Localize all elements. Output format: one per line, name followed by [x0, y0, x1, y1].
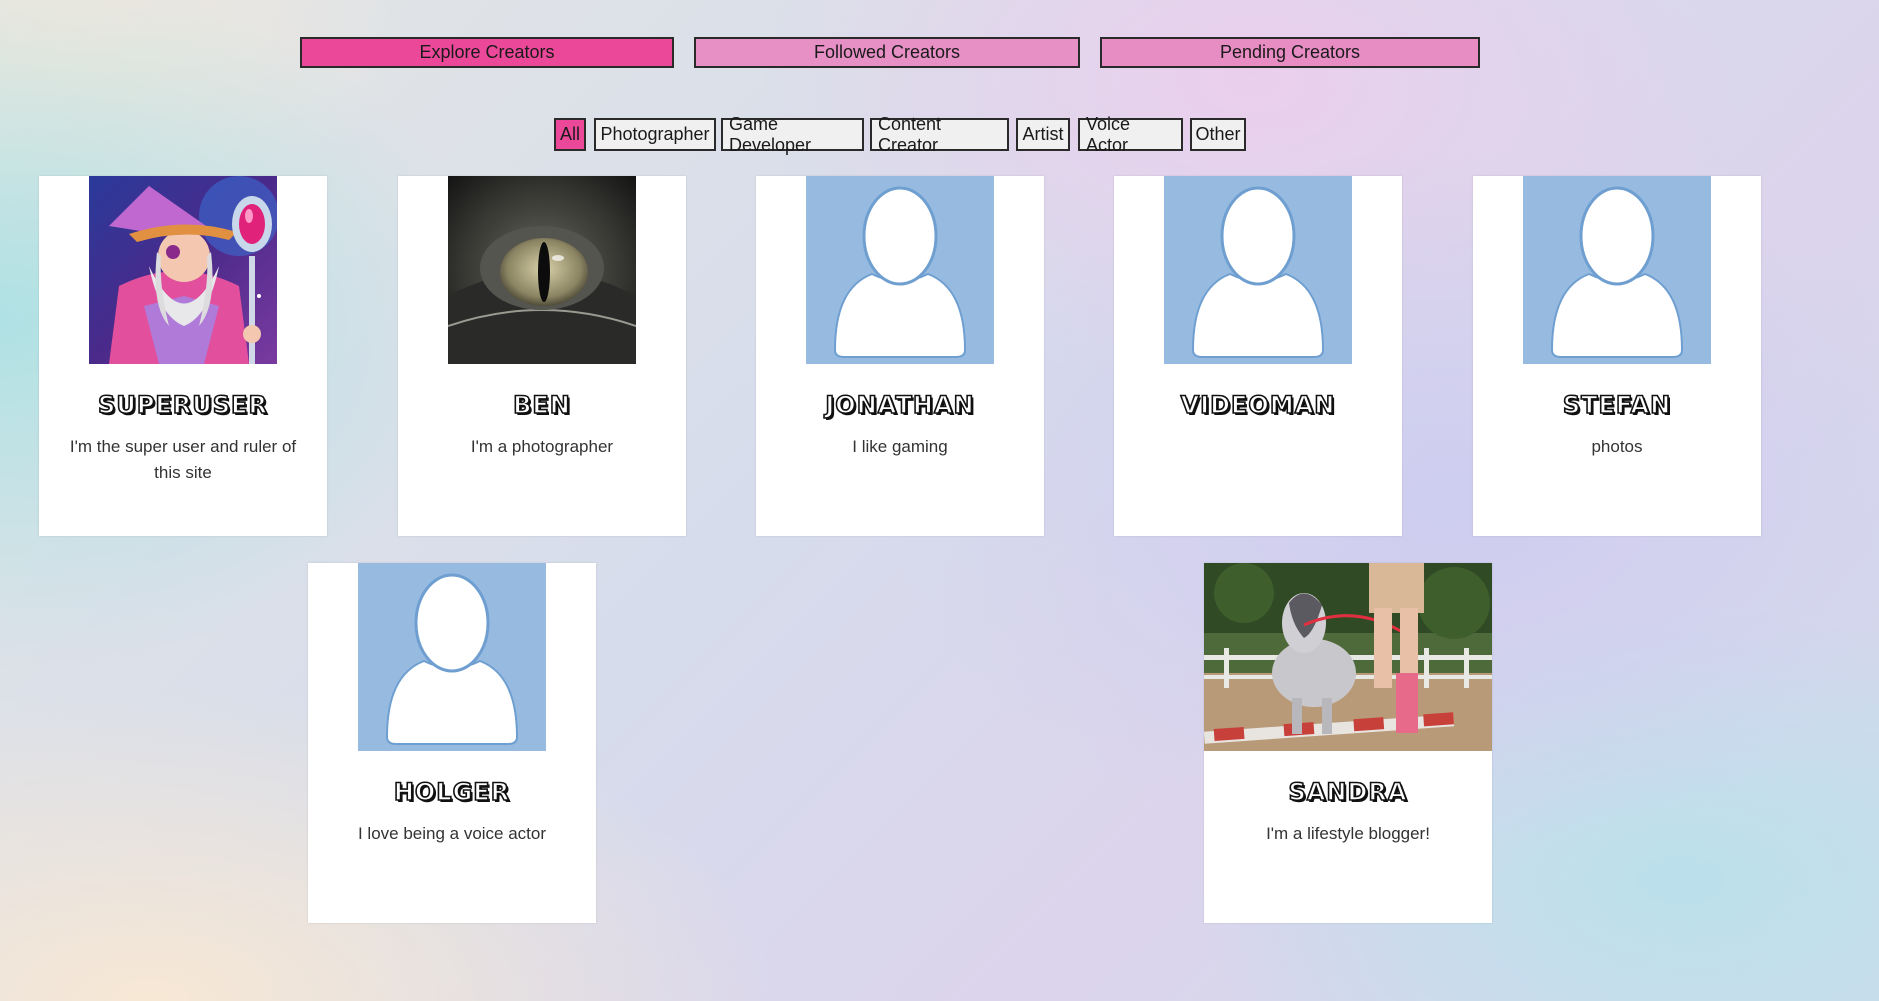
default-user-avatar-icon	[358, 563, 546, 751]
creator-card-stefan[interactable]: STEFAN photos	[1473, 176, 1761, 536]
tab-followed-creators[interactable]: Followed Creators	[694, 37, 1080, 68]
pony-photo	[1204, 563, 1492, 751]
filter-other[interactable]: Other	[1190, 118, 1246, 151]
creator-card-ben[interactable]: BEN I'm a photographer	[398, 176, 686, 536]
filter-content-creator[interactable]: Content Creator	[870, 114, 1009, 155]
creator-card-superuser[interactable]: SUPERUSER I'm the super user and ruler o…	[39, 176, 327, 536]
creator-name: STEFAN	[1562, 390, 1672, 420]
creator-name: HOLGER	[393, 777, 511, 807]
creator-card-holger[interactable]: HOLGER I love being a voice actor	[308, 563, 596, 923]
creator-description: I like gaming	[852, 437, 948, 456]
filter-photographer[interactable]: Photographer	[594, 118, 716, 151]
creator-description: photos	[1591, 437, 1643, 456]
creator-name: BEN	[512, 390, 571, 420]
creator-name: SUPERUSER	[97, 390, 268, 420]
default-user-avatar-icon	[806, 176, 994, 364]
creator-name: SANDRA	[1288, 777, 1408, 807]
creator-card-videoman[interactable]: VIDEOMAN	[1114, 176, 1402, 536]
tab-explore-creators[interactable]: Explore Creators	[300, 37, 674, 68]
creator-card-sandra[interactable]: SANDRA I'm a lifestyle blogger!	[1204, 563, 1492, 923]
filter-all[interactable]: All	[554, 118, 586, 151]
wizard-avatar	[89, 176, 277, 364]
creator-name: VIDEOMAN	[1180, 390, 1336, 420]
filter-artist[interactable]: Artist	[1016, 118, 1070, 151]
creator-name: JONATHAN	[825, 390, 975, 420]
creator-card-jonathan[interactable]: JONATHAN I like gaming	[756, 176, 1044, 536]
filter-voice-actor[interactable]: Voice Actor	[1078, 114, 1183, 155]
reptile-eye-photo	[448, 176, 636, 364]
creator-description: I'm a photographer	[470, 437, 614, 456]
creator-description: I'm the super user and ruler of this sit…	[69, 437, 297, 482]
default-user-avatar-icon	[1164, 176, 1352, 364]
creator-description: I'm a lifestyle blogger!	[1266, 824, 1430, 843]
tab-pending-creators[interactable]: Pending Creators	[1100, 37, 1480, 68]
creator-description: I love being a voice actor	[357, 824, 547, 843]
filter-game-developer[interactable]: Game Developer	[721, 114, 864, 155]
default-user-avatar-icon	[1523, 176, 1711, 364]
